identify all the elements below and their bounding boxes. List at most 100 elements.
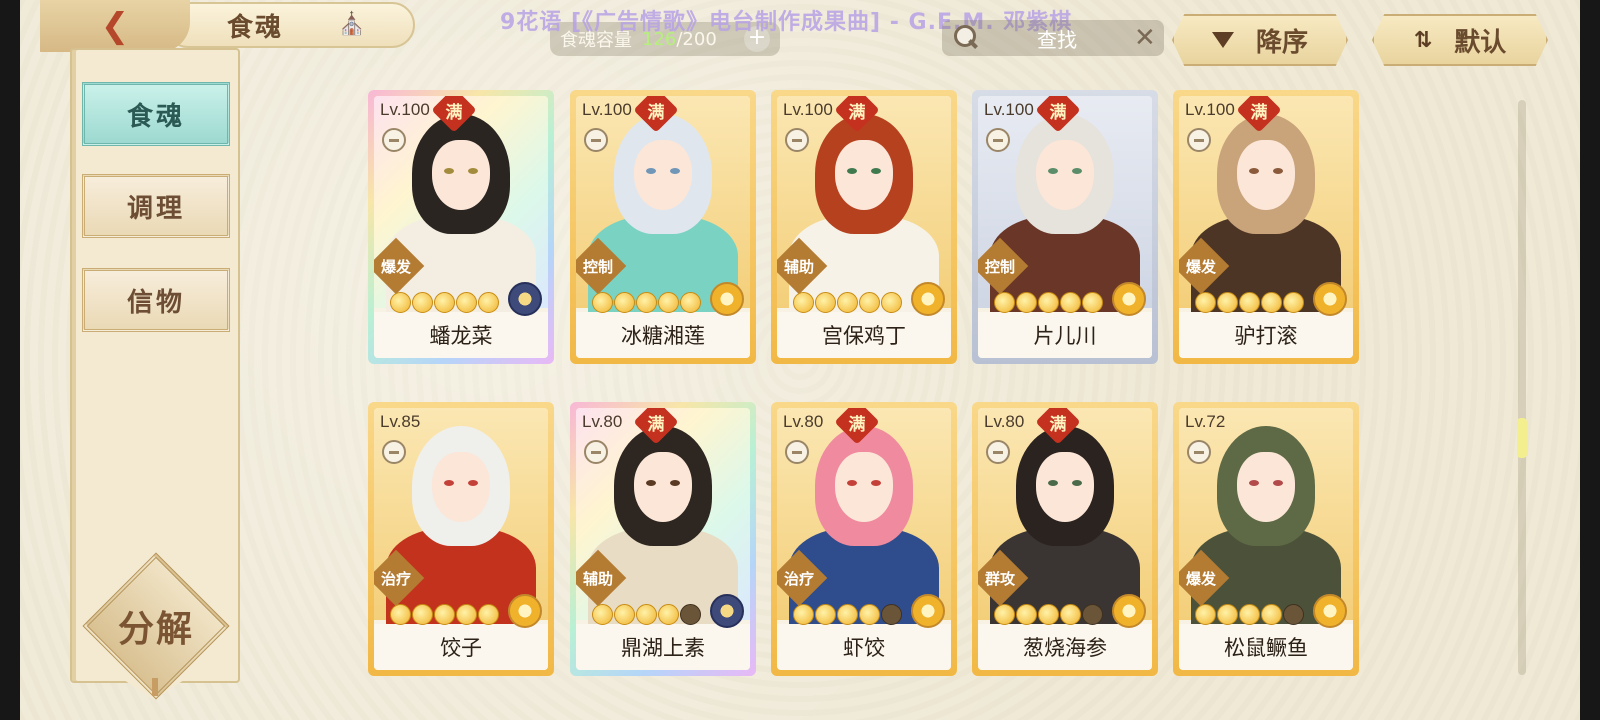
character-name: 宫保鸡丁 (777, 312, 951, 358)
star-rating (1195, 604, 1304, 625)
card-body: Lv.80 满群攻 葱烧海参 (978, 408, 1152, 670)
food-soul-card[interactable]: Lv.100 满控制 片儿川 (972, 90, 1158, 364)
scrollbar-track[interactable] (1518, 100, 1526, 675)
clear-search-icon[interactable]: ✕ (1134, 23, 1164, 53)
character-name: 冰糖湘莲 (576, 312, 750, 358)
bowl-icon (1187, 440, 1211, 464)
sort-mode-label: 默认 (1454, 27, 1507, 58)
portrait-eye (1048, 168, 1058, 174)
portrait-eye (871, 168, 881, 174)
role-label: 控制 (984, 258, 1015, 276)
star-icon (1038, 604, 1059, 625)
search-input[interactable]: 查找 ✕ (942, 20, 1164, 56)
star-rating (390, 604, 499, 625)
star-rating (793, 604, 902, 625)
portrait-eye (1048, 480, 1058, 486)
star-icon (478, 604, 499, 625)
star-icon (636, 292, 657, 313)
food-soul-card[interactable]: Lv.80 满辅助 鼎湖上素 (570, 402, 756, 676)
star-icon (1283, 292, 1304, 313)
portrait-face (835, 140, 893, 210)
portrait-eye (646, 168, 656, 174)
food-soul-card[interactable]: Lv.80 满群攻 葱烧海参 (972, 402, 1158, 676)
portrait-face (634, 452, 692, 522)
food-soul-card[interactable]: Lv.85 治疗 饺子 (368, 402, 554, 676)
star-icon (592, 604, 613, 625)
star-icon (412, 604, 433, 625)
star-icon (658, 292, 679, 313)
food-soul-card[interactable]: Lv.100 满辅助 宫保鸡丁 (771, 90, 957, 364)
star-rating (592, 292, 701, 313)
star-icon (994, 292, 1015, 313)
star-icon (390, 292, 411, 313)
star-icon (994, 604, 1015, 625)
food-soul-card[interactable]: Lv.72 爆发 松鼠鳜鱼 (1173, 402, 1359, 676)
sidebar-item-tokens[interactable]: 信物 (82, 268, 230, 332)
search-placeholder: 查找 (1037, 27, 1077, 52)
level-label: Lv.80 (582, 412, 623, 431)
sidebar-item-conditioning[interactable]: 调理 (82, 174, 230, 238)
sidebar-item-label: 调理 (126, 193, 185, 224)
bowl-icon (785, 440, 809, 464)
star-icon (1060, 604, 1081, 625)
sidebar-item-label: 信物 (126, 287, 185, 318)
element-flower-icon (508, 594, 542, 628)
food-soul-card[interactable]: Lv.100 满爆发 驴打滚 (1173, 90, 1359, 364)
star-icon (1060, 292, 1081, 313)
back-button[interactable]: ❮ (40, 0, 190, 52)
portrait-eye (670, 168, 680, 174)
sidebar-item-label: 食魂 (126, 101, 185, 132)
portrait-eye (1249, 168, 1259, 174)
food-soul-card[interactable]: Lv.100 满控制 冰糖湘莲 (570, 90, 756, 364)
element-flower-icon (911, 594, 945, 628)
star-icon (434, 292, 455, 313)
portrait-eye (1273, 480, 1283, 486)
sort-mode-button[interactable]: ⇅ 默认 (1372, 14, 1548, 66)
star-icon (837, 292, 858, 313)
star-icon (1195, 292, 1216, 313)
bowl-icon (785, 128, 809, 152)
game-screen: 食魂 ❮ ⛪ 食魂容量 126 /200 + 9花语 [《广告情歌》电台制作成果… (20, 0, 1580, 720)
star-icon (1239, 604, 1260, 625)
star-icon (614, 292, 635, 313)
star-icon (793, 604, 814, 625)
card-body: Lv.100 满辅助 宫保鸡丁 (777, 96, 951, 358)
character-name: 饺子 (374, 624, 548, 670)
star-icon (1082, 292, 1103, 313)
portrait-eye (646, 480, 656, 486)
tassel-decoration (152, 678, 158, 696)
portrait-face (835, 452, 893, 522)
star-icon (1217, 292, 1238, 313)
sort-order-label: 降序 (1255, 27, 1308, 58)
star-icon (815, 604, 836, 625)
star-icon (658, 604, 679, 625)
star-icon (1016, 292, 1037, 313)
food-soul-card[interactable]: Lv.80 满治疗 虾饺 (771, 402, 957, 676)
scrollbar-thumb[interactable] (1517, 418, 1527, 458)
character-name: 葱烧海参 (978, 624, 1152, 670)
star-icon (636, 604, 657, 625)
portrait-eye (847, 480, 857, 486)
portrait-eye (1072, 168, 1082, 174)
sidebar-item-food-souls[interactable]: 食魂 (82, 82, 230, 146)
star-icon (1261, 292, 1282, 313)
star-icon (412, 292, 433, 313)
bowl-icon (584, 440, 608, 464)
role-label: 治疗 (783, 570, 814, 588)
character-name: 蟠龙菜 (374, 312, 548, 358)
max-badge-label: 满 (1049, 415, 1067, 435)
card-body: Lv.85 治疗 饺子 (374, 408, 548, 670)
bowl-icon (1187, 128, 1211, 152)
food-soul-card[interactable]: Lv.100 满爆发 蟠龙菜 (368, 90, 554, 364)
level-label: Lv.100 (984, 100, 1034, 119)
sort-order-button[interactable]: 降序 (1172, 14, 1348, 66)
portrait-face (1237, 140, 1295, 210)
element-flower-icon (1313, 594, 1347, 628)
role-label: 爆发 (1185, 570, 1216, 588)
element-flower-icon (710, 594, 744, 628)
bowl-icon (986, 128, 1010, 152)
bowl-icon (382, 440, 406, 464)
pavilion-icon[interactable]: ⛪ (338, 12, 366, 38)
star-icon (1038, 292, 1059, 313)
back-arrow-icon: ❮ (100, 6, 130, 46)
